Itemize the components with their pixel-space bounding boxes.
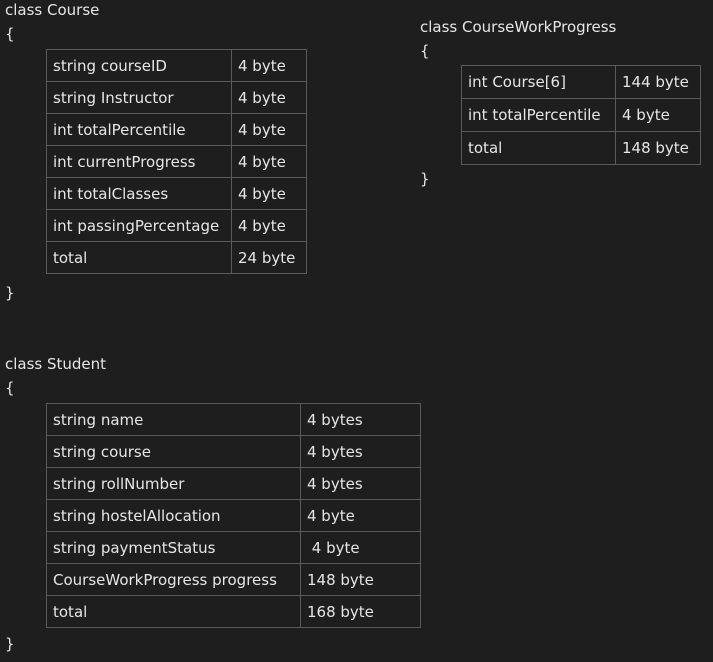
table-row: int Course[6] 144 byte bbox=[461, 65, 701, 99]
table-row: int currentProgress 4 byte bbox=[46, 145, 307, 178]
field-declaration: int passingPercentage bbox=[46, 209, 232, 242]
field-declaration: int Course[6] bbox=[461, 65, 616, 99]
course-fields-table: string courseID 4 byte string Instructor 4 … bbox=[46, 49, 307, 274]
field-size: 148 byte bbox=[615, 131, 701, 165]
field-declaration: total bbox=[461, 131, 616, 165]
field-declaration: string rollNumber bbox=[46, 467, 301, 500]
coursework-fields-table: int Course[6] 144 byte int totalPercentile… bbox=[461, 65, 701, 165]
field-size: 144 byte bbox=[615, 65, 701, 99]
coursework-close-brace: } bbox=[420, 170, 430, 188]
table-row: int passingPercentage 4 byte bbox=[46, 209, 307, 242]
field-size: 4 byte bbox=[231, 145, 307, 178]
field-size: 148 byte bbox=[300, 563, 421, 596]
field-declaration: string hostelAllocation bbox=[46, 499, 301, 532]
field-declaration: string name bbox=[46, 403, 301, 436]
course-class-header: class Course bbox=[5, 1, 100, 19]
field-size: 4 byte bbox=[300, 499, 421, 532]
field-declaration: string Instructor bbox=[46, 81, 232, 114]
field-size: 4 byte bbox=[231, 113, 307, 146]
field-size: 4 byte bbox=[231, 81, 307, 114]
field-size: 4 bytes bbox=[300, 403, 421, 436]
field-declaration: int totalClasses bbox=[46, 177, 232, 210]
field-size: 4 byte bbox=[300, 531, 421, 564]
coursework-open-brace: { bbox=[420, 42, 430, 60]
field-declaration: int currentProgress bbox=[46, 145, 232, 178]
field-declaration: int totalPercentile bbox=[461, 98, 616, 132]
table-row: total 24 byte bbox=[46, 241, 307, 274]
student-open-brace: { bbox=[5, 379, 15, 397]
field-size: 168 byte bbox=[300, 595, 421, 628]
table-row: CourseWorkProgress progress 148 byte bbox=[46, 563, 421, 596]
field-size: 4 byte bbox=[231, 177, 307, 210]
table-row: string hostelAllocation 4 byte bbox=[46, 499, 421, 532]
coursework-class-header: class CourseWorkProgress bbox=[420, 18, 617, 36]
field-size: 4 bytes bbox=[300, 435, 421, 468]
student-close-brace: } bbox=[5, 635, 15, 653]
field-declaration: CourseWorkProgress progress bbox=[46, 563, 301, 596]
table-row: total 168 byte bbox=[46, 595, 421, 628]
course-close-brace: } bbox=[5, 284, 15, 302]
table-row: string name 4 bytes bbox=[46, 403, 421, 436]
field-size: 4 byte bbox=[615, 98, 701, 132]
field-declaration: total bbox=[46, 595, 301, 628]
field-declaration: string courseID bbox=[46, 49, 232, 82]
field-declaration: string paymentStatus bbox=[46, 531, 301, 564]
table-row: string rollNumber 4 bytes bbox=[46, 467, 421, 500]
field-size: 4 byte bbox=[231, 209, 307, 242]
table-row: string course 4 bytes bbox=[46, 435, 421, 468]
field-declaration: int totalPercentile bbox=[46, 113, 232, 146]
table-row: int totalPercentile 4 byte bbox=[461, 98, 701, 132]
table-row: int totalClasses 4 byte bbox=[46, 177, 307, 210]
field-size: 4 byte bbox=[231, 49, 307, 82]
field-declaration: total bbox=[46, 241, 232, 274]
table-row: string Instructor 4 byte bbox=[46, 81, 307, 114]
student-class-header: class Student bbox=[5, 355, 107, 373]
field-size: 4 bytes bbox=[300, 467, 421, 500]
field-size: 24 byte bbox=[231, 241, 307, 274]
field-declaration: string course bbox=[46, 435, 301, 468]
table-row: string courseID 4 byte bbox=[46, 49, 307, 82]
student-fields-table: string name 4 bytes string course 4 bytes st… bbox=[46, 403, 421, 628]
table-row: int totalPercentile 4 byte bbox=[46, 113, 307, 146]
course-open-brace: { bbox=[5, 25, 15, 43]
table-row: string paymentStatus 4 byte bbox=[46, 531, 421, 564]
table-row: total 148 byte bbox=[461, 131, 701, 165]
